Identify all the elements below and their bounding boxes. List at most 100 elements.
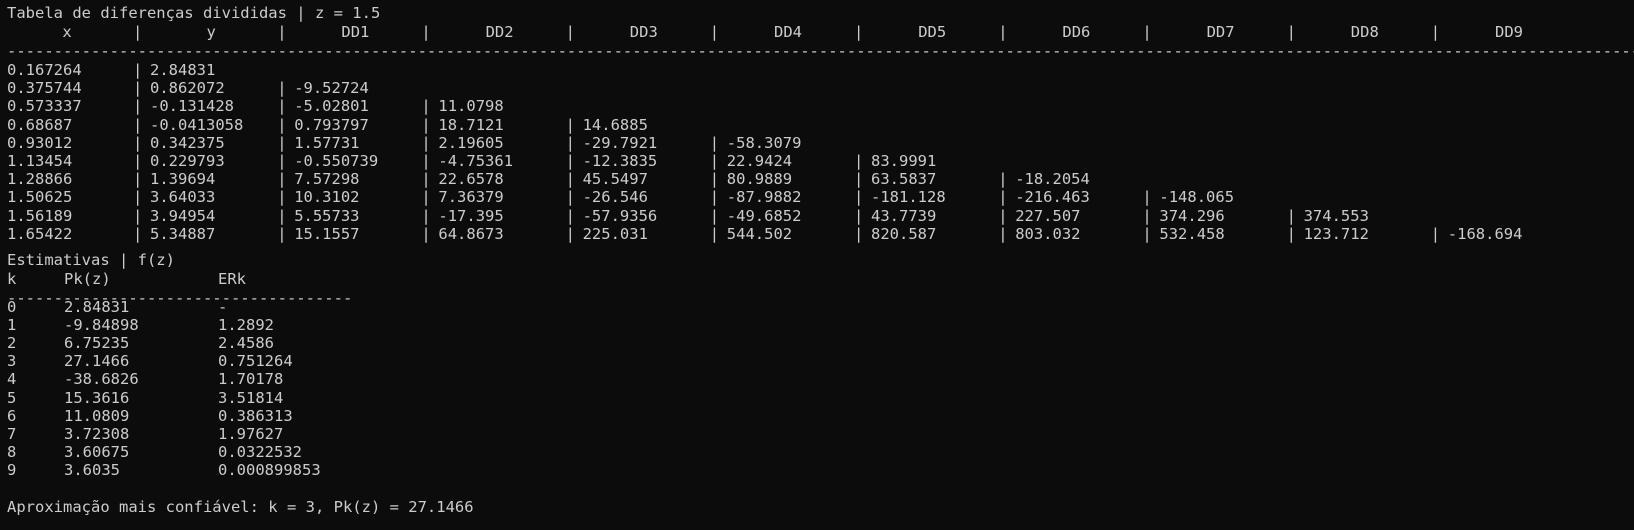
conclusion-text: Aproximação mais confiável: k = 3, Pk(z)… [7, 498, 474, 516]
estimate-cell: 0.000899853 [218, 460, 321, 479]
estimate-cell: 3 [7, 352, 17, 371]
column-separator: | [709, 170, 720, 189]
table-cell: -0.0413058 [150, 115, 244, 134]
table-cell: -26.546 [582, 188, 648, 207]
column-separator: | [133, 224, 143, 243]
column-separator: | [565, 133, 575, 152]
column-separator: | [421, 224, 431, 243]
estimate-cell: 3.51814 [218, 388, 284, 407]
table-cell: 1.65422 [7, 224, 73, 243]
column-header: DD4 [774, 23, 802, 41]
estimates-title: Estimativas | f(z) [7, 251, 175, 269]
table-cell: 11.0798 [438, 97, 504, 116]
table-cell: -87.9882 [726, 188, 802, 207]
table-cell: 45.5497 [582, 170, 648, 189]
column-separator: | [709, 224, 720, 243]
estimate-cell: 15.3616 [64, 388, 130, 407]
table-cell: 80.9889 [726, 170, 793, 189]
table-cell: 64.8673 [438, 224, 504, 243]
column-separator: | [1286, 206, 1296, 225]
table-cell: 63.5837 [871, 170, 937, 189]
column-separator: | [1142, 206, 1152, 225]
estimate-cell: 5 [7, 388, 17, 407]
column-separator: | [421, 206, 431, 225]
table-cell: -9.52724 [294, 79, 369, 98]
table-cell: -181.128 [871, 188, 946, 207]
estimates-rule: ------------------------------------- [7, 289, 353, 307]
table-cell: 0.573337 [7, 97, 82, 116]
column-separator: | [277, 170, 287, 189]
column-separator: | [709, 206, 720, 225]
table-cell: 1.50625 [7, 188, 73, 207]
column-separator: | [277, 152, 287, 170]
column-separator: | [1430, 23, 1441, 41]
estimate-cell: 2.84831 [64, 298, 130, 316]
column-separator: | [421, 23, 431, 41]
column-separator: | [565, 152, 575, 170]
column-separator: | [133, 152, 143, 170]
column-separator: | [277, 23, 287, 41]
table-cell: 5.34887 [150, 224, 216, 243]
estimate-cell: 3.60675 [64, 442, 130, 461]
table-cell: 0.375744 [7, 79, 82, 98]
table-title: Tabela de diferenças divididas | z = 1.5 [7, 4, 381, 22]
table-cell: 7.57298 [294, 170, 360, 189]
estimate-cell: 9 [7, 460, 17, 479]
column-separator: | [277, 133, 287, 152]
column-separator: | [998, 23, 1008, 41]
table-cell: 227.507 [1015, 206, 1081, 225]
column-separator: | [709, 23, 720, 41]
column-separator: | [1430, 224, 1441, 243]
column-separator: | [421, 188, 431, 207]
estimate-cell: 1.2892 [218, 316, 274, 335]
estimate-cell: 0.0322532 [218, 442, 302, 461]
column-separator: | [565, 23, 575, 41]
column-separator: | [709, 133, 720, 152]
table-cell: -0.131428 [150, 97, 234, 116]
column-separator: | [565, 115, 575, 134]
table-cell: 1.39694 [150, 170, 216, 189]
column-separator: | [421, 133, 431, 152]
estimate-cell: -9.84898 [64, 316, 139, 335]
column-header: DD3 [629, 23, 658, 41]
column-header: DD1 [341, 23, 370, 41]
estimate-cell: 0.751264 [218, 352, 293, 371]
table-cell: 820.587 [871, 224, 937, 243]
table-cell: -0.550739 [294, 152, 379, 170]
table-cell: 5.55733 [294, 206, 360, 225]
table-cell: 7.36379 [438, 188, 504, 207]
column-separator: | [998, 206, 1008, 225]
estimate-cell: 1.70178 [218, 370, 284, 389]
column-separator: | [565, 188, 575, 207]
estimate-cell: 0.386313 [218, 406, 293, 425]
column-separator: | [277, 97, 287, 116]
estimate-cell: 3.6035 [64, 460, 120, 479]
table-cell: -216.463 [1015, 188, 1090, 207]
terminal-output: Tabela de diferenças divididas | z = 1.5… [0, 0, 1634, 530]
estimate-cell: -38.6826 [64, 370, 139, 389]
estimate-cell: - [218, 298, 228, 316]
table-cell: -49.6852 [726, 206, 802, 225]
estimate-cell: 8 [7, 442, 17, 461]
column-separator: | [565, 170, 575, 189]
column-separator: | [854, 170, 864, 189]
column-separator: | [133, 97, 143, 116]
estimate-cell: 1.97627 [218, 424, 284, 443]
column-separator: | [277, 224, 287, 243]
column-separator: | [133, 170, 143, 189]
table-cell: 803.032 [1015, 224, 1081, 243]
estimate-cell: 7 [7, 424, 17, 443]
table-cell: 0.793797 [294, 115, 369, 134]
column-separator: | [1142, 188, 1152, 207]
column-separator: | [565, 206, 575, 225]
column-header: DD2 [485, 23, 514, 41]
table-cell: 83.9991 [871, 152, 937, 170]
column-header: DD9 [1495, 23, 1523, 41]
table-cell: -148.065 [1159, 188, 1235, 207]
column-header: DD7 [1206, 23, 1235, 41]
estimates-column-header: ERk [218, 270, 246, 288]
table-cell: -18.2054 [1015, 170, 1090, 189]
table-cell: -17.395 [438, 206, 504, 225]
table-cell: 0.167264 [7, 61, 82, 79]
estimate-cell: 4 [7, 370, 17, 389]
